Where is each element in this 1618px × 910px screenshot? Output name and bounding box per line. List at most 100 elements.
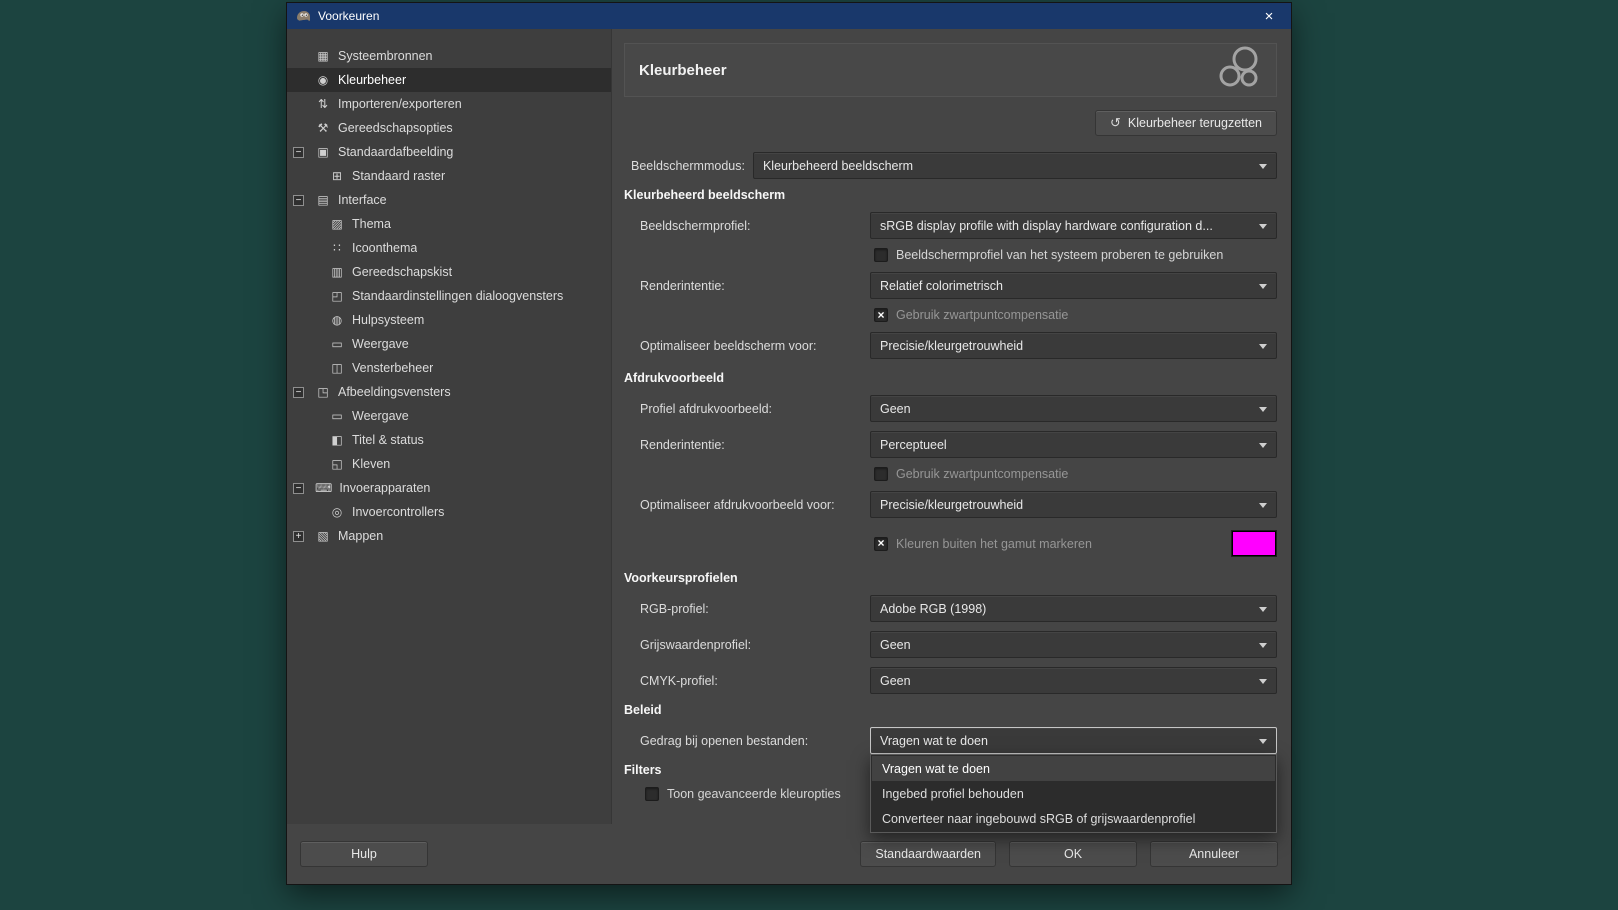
sidebar-item-mappen[interactable]: + ▧ Mappen [287,524,611,548]
row-display-mode: Beeldschermmodus: Kleurbeheerd beeldsche… [624,152,1277,179]
row-rgb-profile: RGB-profiel: Adobe RGB (1998) [624,595,1277,622]
sidebar-item-interface[interactable]: − ▤ Interface [287,188,611,212]
rgb-profile-select[interactable]: Adobe RGB (1998) [870,595,1277,622]
file-open-behaviour-dropdown: Vragen wat te doen Ingebed profiel behou… [870,754,1277,833]
sidebar-item-label: Weergave [352,337,409,351]
title-status-icon: ◧ [331,433,343,447]
advanced-color-options-label: Toon geavanceerde kleuropties [667,787,841,801]
file-open-behaviour-value: Vragen wat te doen [880,733,988,748]
icon-theme-icon: ∷ [333,241,341,255]
display-profile-select[interactable]: sRGB display profile with display hardwa… [870,212,1277,239]
preferences-tree: ▦ Systeembronnen ◉ Kleurbeheer ⇅ Importe… [287,29,612,824]
try-system-profile-checkbox[interactable] [874,248,888,262]
sidebar-item-vensterbeheer[interactable]: ◫ Vensterbeheer [287,356,611,380]
sidebar-item-weergave-interface[interactable]: ▭ Weergave [287,332,611,356]
titlebar: Voorkeuren × [287,3,1291,29]
sidebar-item-standaardinstellingen-dialoogvensters[interactable]: ◰ Standaardinstellingen dialoogvensters [287,284,611,308]
display-bpc-checkbox[interactable]: × [874,308,888,322]
sidebar-item-standaard-raster[interactable]: ⊞ Standaard raster [287,164,611,188]
collapse-icon[interactable]: − [293,482,304,494]
sidebar-item-label: Invoerapparaten [339,481,431,495]
softproof-profile-select[interactable]: Geen [870,395,1277,422]
cmyk-profile-select[interactable]: Geen [870,667,1277,694]
chevron-down-icon [1259,223,1267,229]
row-display-optimize: Optimaliseer beeldscherm voor: Precisie/… [624,332,1277,359]
dropdown-option-ask[interactable]: Vragen wat te doen [872,756,1275,781]
sidebar-item-label: Kleurbeheer [338,73,407,87]
sidebar-item-kleurbeheer[interactable]: ◉ Kleurbeheer [287,68,611,92]
sidebar-item-label: Standaard raster [352,169,446,183]
chevron-down-icon [1259,502,1267,508]
help-button[interactable]: Hulp [300,841,428,867]
reset-color-management-button[interactable]: ↺ Kleurbeheer terugzetten [1094,110,1277,136]
sidebar-item-hulpsysteem[interactable]: ◍ Hulpsysteem [287,308,611,332]
display-profile-label: Beeldschermprofiel: [640,218,751,233]
sidebar-item-thema[interactable]: ▨ Thema [287,212,611,236]
toolbox-icon: ▥ [331,265,343,279]
ok-button[interactable]: OK [1009,841,1137,867]
defaults-button-label: Standaardwaarden [875,847,981,861]
gimp-wilber-icon [295,8,311,24]
help-button-label: Hulp [351,847,377,861]
softproof-bpc-label: Gebruik zwartpuntcompensatie [896,467,1069,481]
sidebar-item-invoerapparaten[interactable]: − ⌨ Invoerapparaten [287,476,611,500]
gray-profile-value: Geen [880,637,911,652]
row-softproof-bpc: Gebruik zwartpuntcompensatie [624,467,1277,481]
softproof-profile-label: Profiel afdrukvoorbeeld: [640,401,773,416]
chevron-down-icon [1259,606,1267,612]
sidebar-item-weergave-afbeelding[interactable]: ▭ Weergave [287,404,611,428]
collapse-icon[interactable]: − [293,146,304,158]
sidebar-item-importeren-exporteren[interactable]: ⇅ Importeren/exporteren [287,92,611,116]
softproof-intent-select[interactable]: Perceptueel [870,431,1277,458]
sidebar-item-icoonthema[interactable]: ∷ Icoonthema [287,236,611,260]
row-display-profile: Beeldschermprofiel: sRGB display profile… [624,212,1277,239]
rgb-profile-value: Adobe RGB (1998) [880,601,987,616]
sidebar-item-gereedschapsopties[interactable]: ⚒ Gereedschapsopties [287,116,611,140]
expand-icon[interactable]: + [293,530,304,542]
sidebar-item-label: Standaardinstellingen dialoogvensters [352,289,564,303]
chevron-down-icon [1259,343,1267,349]
expander-cell: + [293,530,315,542]
advanced-color-options-checkbox[interactable] [645,787,659,801]
sidebar-item-systeembronnen[interactable]: ▦ Systeembronnen [287,44,611,68]
softproof-bpc-checkbox[interactable] [874,467,888,481]
chevron-down-icon [1259,642,1267,648]
sidebar-item-afbeeldingsvensters[interactable]: − ◳ Afbeeldingsvensters [287,380,611,404]
collapse-icon[interactable]: − [293,386,304,398]
softproof-optimize-select[interactable]: Precisie/kleurgetrouwheid [870,491,1277,518]
sidebar-item-label: Gereedschapskist [352,265,453,279]
collapse-icon[interactable]: − [293,194,304,206]
cmyk-profile-value: Geen [880,673,911,688]
sidebar-item-gereedschapskist[interactable]: ▥ Gereedschapskist [287,260,611,284]
row-try-system-profile: Beeldschermprofiel van het systeem probe… [624,248,1277,262]
dropdown-option-keep-embedded[interactable]: Ingebed profiel behouden [872,781,1275,806]
display-mode-select[interactable]: Kleurbeheerd beeldscherm [752,152,1277,179]
check-mark-icon: × [877,307,885,322]
chevron-down-icon [1259,442,1267,448]
color-management-page: Kleurbeheer ↺ Kleurbeheer terugzetten Be… [612,29,1291,833]
expander-cell: − [293,386,315,398]
chevron-down-icon [1259,283,1267,289]
gray-profile-select[interactable]: Geen [870,631,1277,658]
display-optimize-select[interactable]: Precisie/kleurgetrouwheid [870,332,1277,359]
theme-icon: ▨ [331,217,343,231]
sidebar-item-label: Invoercontrollers [352,505,445,519]
sidebar-item-titel-status[interactable]: ◧ Titel & status [287,428,611,452]
row-cmyk-profile: CMYK-profiel: Geen [624,667,1277,694]
close-icon[interactable]: × [1247,3,1291,29]
defaults-button[interactable]: Standaardwaarden [860,841,996,867]
file-open-behaviour-select[interactable]: Vragen wat te doen [870,727,1277,754]
dropdown-option-convert-srgb[interactable]: Converteer naar ingebouwd sRGB of grijsw… [872,806,1275,831]
section-softproof: Afdrukvoorbeeld [624,371,725,385]
cancel-button[interactable]: Annuleer [1150,841,1278,867]
gamut-color-swatch[interactable] [1231,530,1277,557]
reset-icon: ↺ [1109,115,1121,130]
sidebar-item-kleven[interactable]: ◱ Kleven [287,452,611,476]
sidebar-item-invoercontrollers[interactable]: ◎ Invoercontrollers [287,500,611,524]
sidebar-item-label: Importeren/exporteren [338,97,462,111]
sidebar-item-label: Interface [338,193,387,207]
section-preferred-profiles: Voorkeursprofielen [624,571,738,585]
gamut-warning-checkbox[interactable]: × [874,536,888,551]
display-intent-select[interactable]: Relatief colorimetrisch [870,272,1277,299]
sidebar-item-standaardafbeelding[interactable]: − ▣ Standaardafbeelding [287,140,611,164]
